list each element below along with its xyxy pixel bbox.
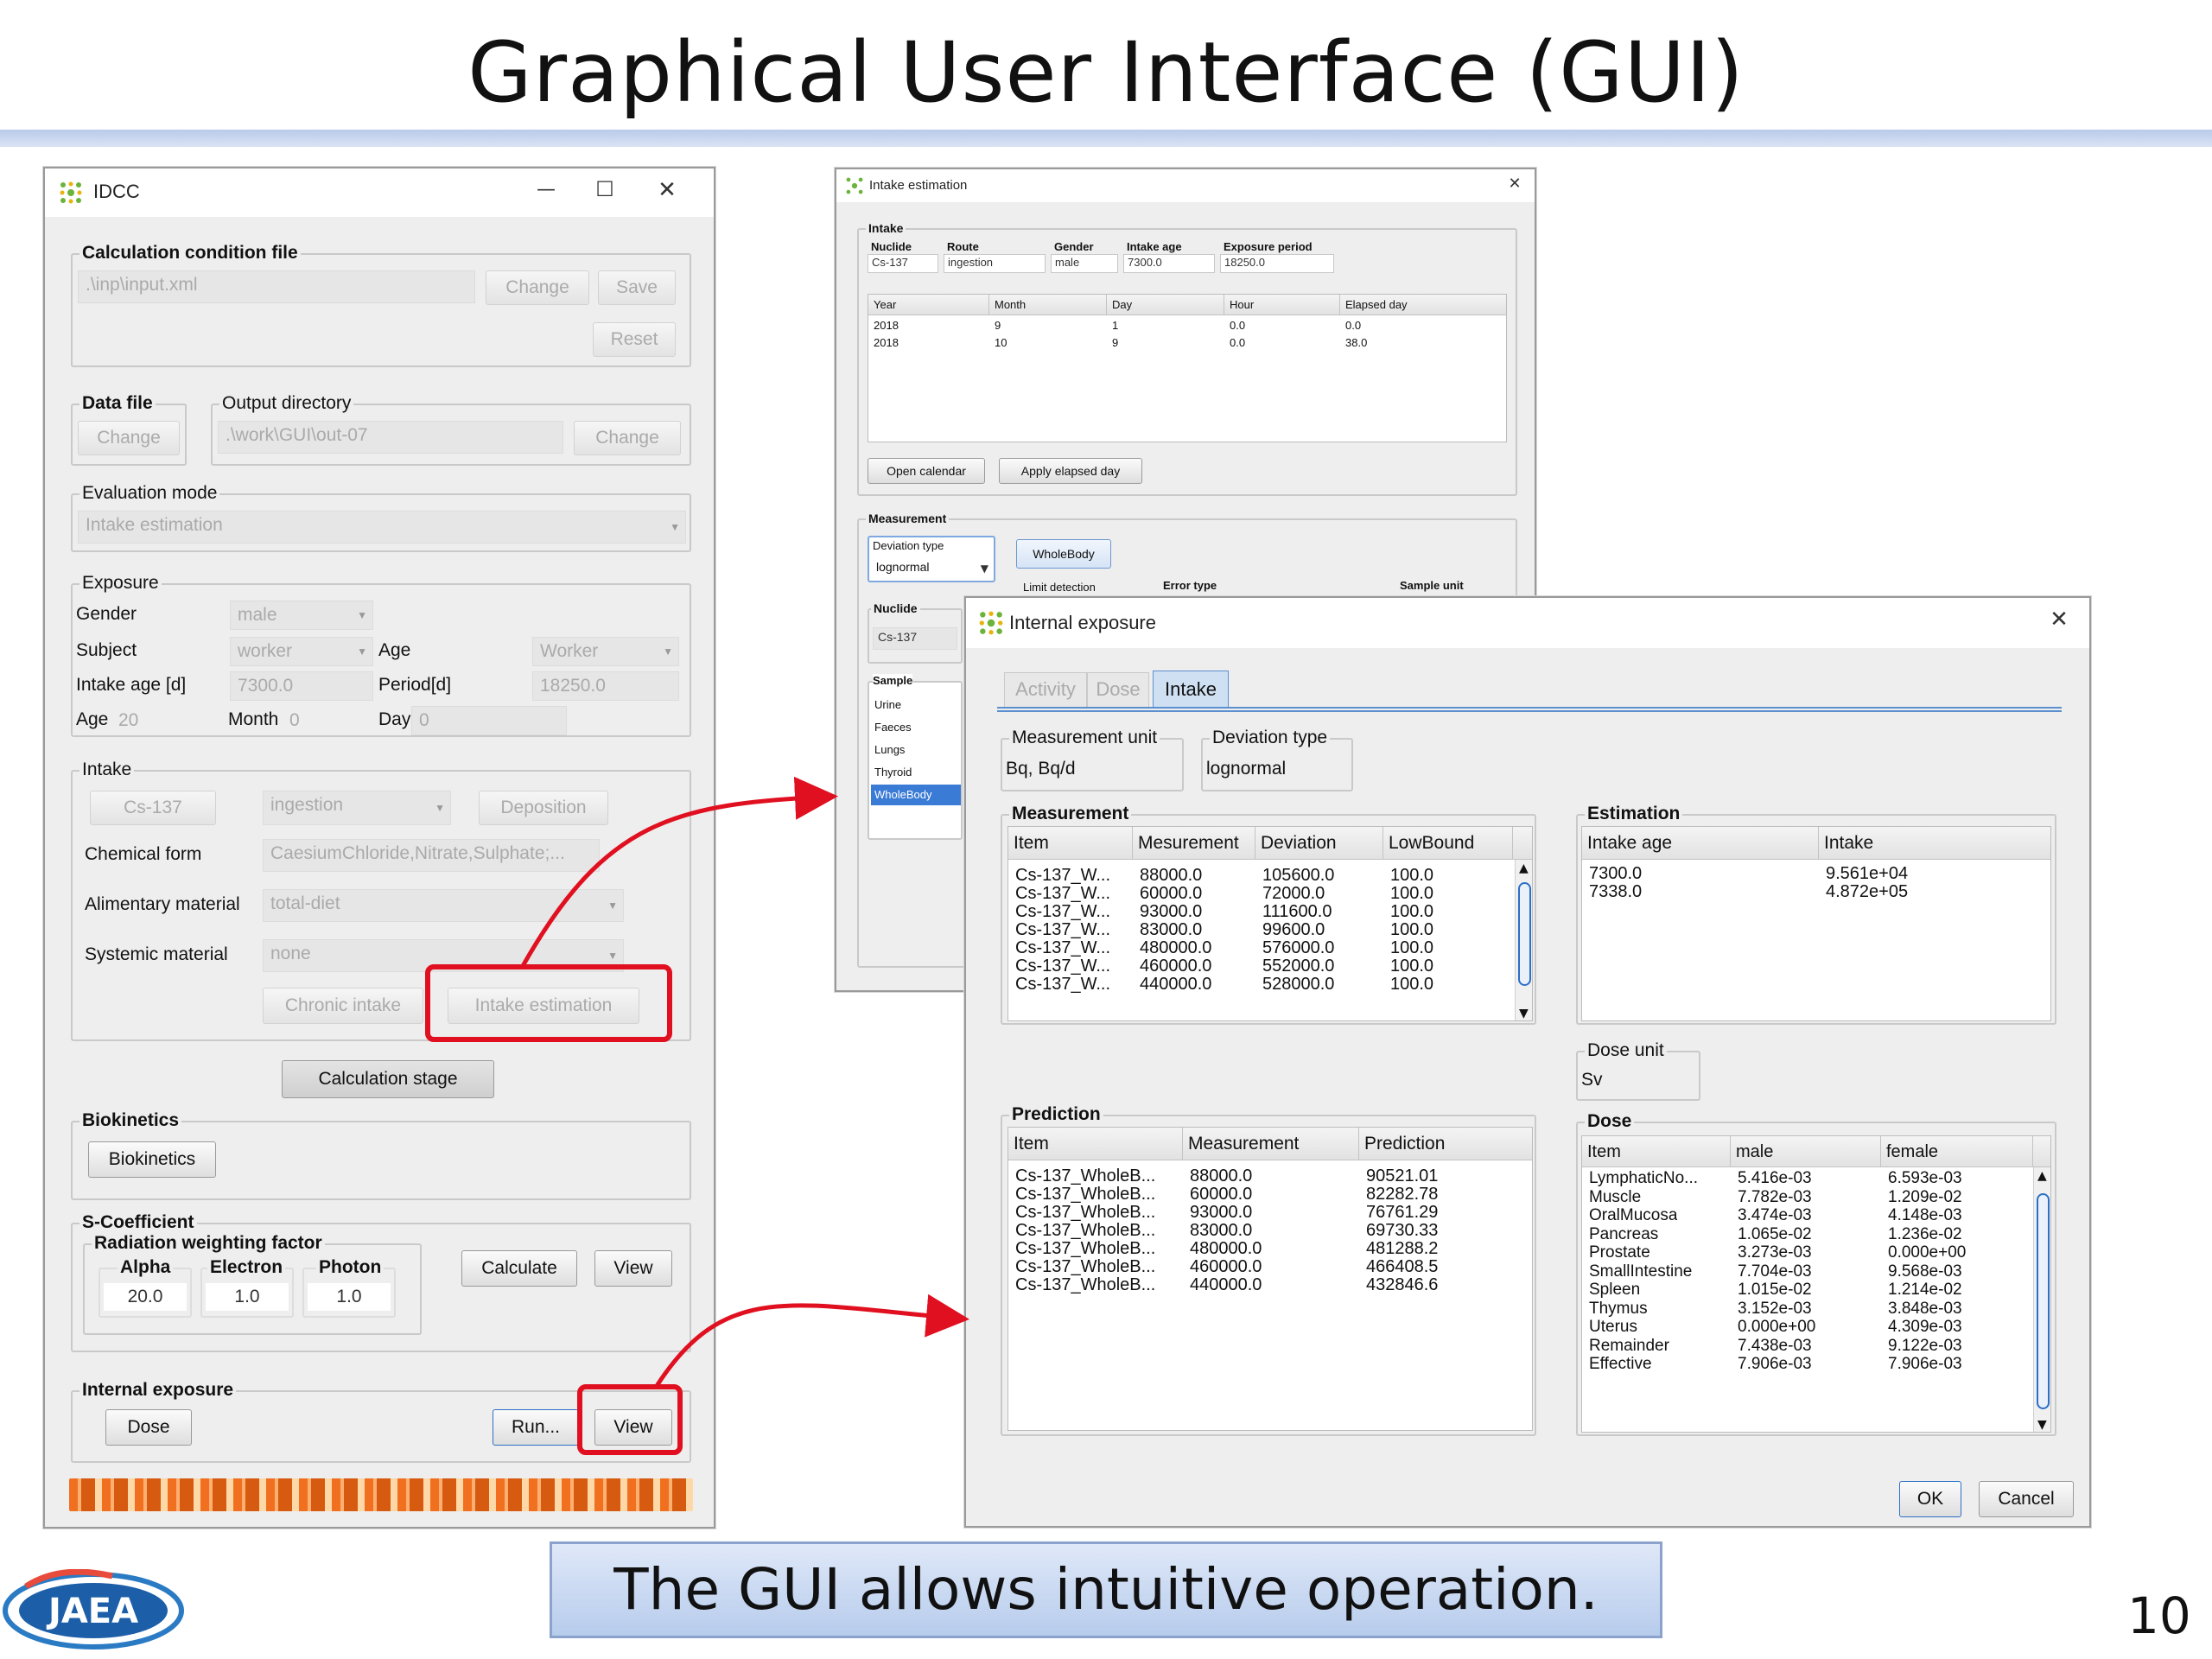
- jaea-logo: JAEA: [0, 1568, 187, 1652]
- arrows-overlay: [520, 776, 969, 1388]
- caption-box: The GUI allows intuitive operation.: [550, 1541, 1662, 1638]
- arrow-to-internal-window: [654, 1294, 969, 1388]
- logo-text: JAEA: [46, 1592, 138, 1631]
- page-number: 10: [2127, 1586, 2191, 1645]
- arrow-to-intake-window: [520, 776, 838, 968]
